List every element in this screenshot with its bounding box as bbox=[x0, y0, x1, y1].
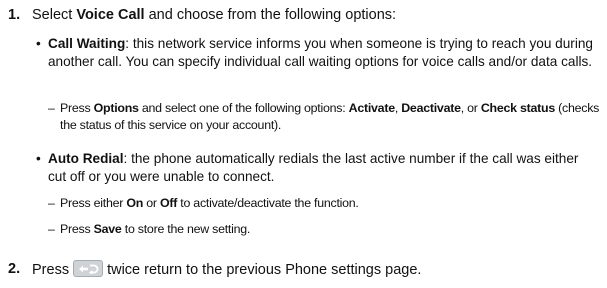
dash-text: Press either On or Off to activate/deact… bbox=[60, 196, 359, 210]
bullet-text: Auto Redial: the phone automatically red… bbox=[48, 151, 579, 184]
step-number: 2. bbox=[8, 261, 21, 277]
bullet-dot: • bbox=[36, 151, 41, 166]
bullet-text: Call Waiting: this network service infor… bbox=[48, 36, 593, 69]
bullet-dot: • bbox=[36, 36, 41, 51]
dash-text: Press Options and select one of the foll… bbox=[60, 101, 600, 132]
voice-call-term: Voice Call bbox=[76, 7, 145, 23]
step-text: Press twice return to the previous Phone … bbox=[32, 260, 422, 278]
dash-text: Press Save to store the new setting. bbox=[60, 222, 251, 236]
call-waiting-term: Call Waiting bbox=[48, 36, 126, 51]
back-key-icon bbox=[73, 260, 104, 277]
dash-marker: – bbox=[48, 222, 55, 236]
dash-marker: – bbox=[48, 196, 55, 210]
dash-marker: – bbox=[48, 101, 55, 115]
step-number: 1. bbox=[8, 7, 21, 23]
auto-redial-term: Auto Redial bbox=[48, 151, 124, 166]
step-text: Select Voice Call and choose from the fo… bbox=[32, 7, 397, 23]
manual-page: 1. Select Voice Call and choose from the… bbox=[0, 0, 607, 288]
